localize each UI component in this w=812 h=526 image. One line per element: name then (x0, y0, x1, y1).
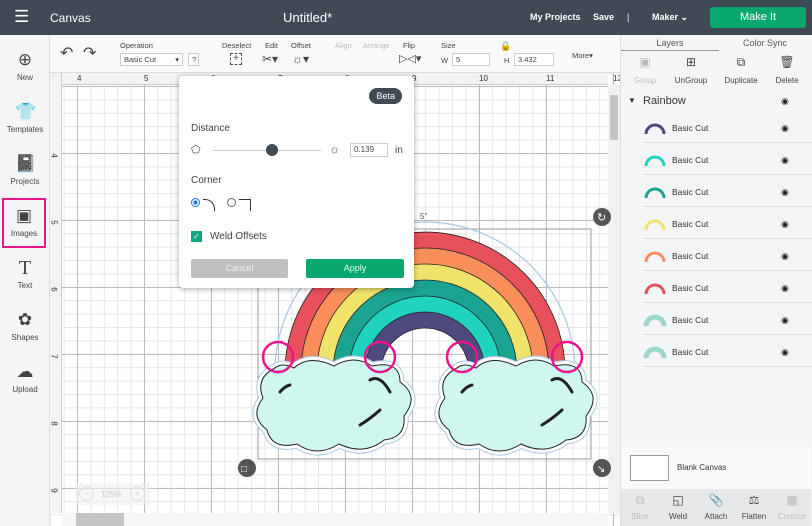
layer-thumbnail (644, 155, 666, 167)
layer-name: Basic Cut (672, 155, 709, 165)
small-offset-icon: ⬠ (191, 144, 201, 156)
action-label: Delete (775, 76, 799, 85)
slider-thumb[interactable] (266, 144, 278, 156)
beta-badge: Beta (369, 88, 402, 104)
action-label: Attach (704, 512, 728, 521)
group-name: Rainbow (643, 95, 686, 107)
attach-button[interactable]: 📎 Attach (697, 493, 735, 521)
trash-icon: 🗑 (779, 55, 795, 69)
caret-down-icon[interactable]: ▼ (628, 96, 636, 105)
zoom-controls: − 125% + (75, 483, 150, 505)
action-label: Group (633, 76, 657, 85)
eye-icon[interactable]: ◉ (781, 347, 789, 358)
layer-thumbnail (644, 283, 666, 295)
delete-button[interactable]: 🗑 Delete (763, 55, 811, 85)
flatten-button[interactable]: ⚖ Flatten (735, 493, 773, 521)
canvas-swatch[interactable] (630, 455, 669, 481)
lock-icon: □ (241, 464, 247, 475)
blank-canvas-row[interactable]: Blank Canvas (621, 447, 811, 489)
eye-icon[interactable]: ◉ (781, 123, 789, 134)
rounded-corner-icon (203, 199, 215, 211)
sharp-corner-icon (239, 199, 251, 211)
unit-label: in (395, 145, 403, 156)
resize-icon: ↘ (597, 464, 605, 475)
eye-icon[interactable]: ◉ (781, 155, 789, 166)
action-label: Duplicate (724, 76, 758, 85)
duplicate-icon: ⧉ (736, 55, 746, 69)
layer-name: Basic Cut (672, 315, 709, 325)
group-icon: ▣ (639, 55, 651, 69)
layer-item[interactable]: Basic Cut ◉ (643, 177, 811, 207)
action-label: Slice (631, 512, 649, 521)
eye-icon[interactable]: ◉ (781, 315, 789, 326)
layer-name: Basic Cut (672, 251, 709, 261)
layer-item[interactable]: Basic Cut ◉ (643, 113, 811, 143)
layer-item[interactable]: Basic Cut ◉ (643, 241, 811, 271)
layer-thumbnail (644, 251, 666, 263)
rounded-corner-radio[interactable] (191, 198, 200, 207)
distance-value: 0.139 (354, 145, 375, 154)
action-label: Flatten (741, 512, 767, 521)
contour-icon: ▦ (786, 493, 798, 507)
cloud[interactable] (256, 359, 412, 452)
slice-icon: ⧉ (635, 493, 645, 507)
layer-thumbnail (643, 314, 667, 327)
layers-panel: Layers Color Sync ▣ Group ⊞ UnGroup ⧉ Dupli… (620, 35, 812, 526)
layer-name: Basic Cut (672, 347, 709, 357)
cancel-button[interactable]: Cancel (191, 259, 288, 278)
layer-item[interactable]: Basic Cut ◉ (643, 145, 811, 175)
contour-button[interactable]: ▦ Contour (773, 493, 811, 521)
action-label: Weld (668, 512, 688, 521)
bottom-actions: ⧉ Slice ◱ Weld 📎 Attach ⚖ Flatten ▦ Contour (621, 489, 811, 526)
weld-offsets-checkbox[interactable]: ✓ (191, 231, 202, 242)
ungroup-icon: ⊞ (685, 55, 697, 69)
blank-canvas-label: Blank Canvas (677, 463, 727, 472)
layer-item[interactable]: Basic Cut ◉ (643, 305, 811, 335)
offset-popup: Beta Distance ⬠ ☼ 0.139 in Corner ✓ Weld… (179, 76, 414, 288)
distance-input[interactable]: 0.139 (350, 143, 388, 157)
corner-label: Corner (191, 175, 222, 186)
layer-thumbnail (643, 346, 667, 359)
layer-name: Basic Cut (672, 283, 709, 293)
layer-name: Basic Cut (672, 219, 709, 229)
rotate-icon: ↻ (597, 212, 606, 224)
zoom-level: 125% (101, 490, 122, 499)
tab-color-sync[interactable]: Color Sync (719, 35, 811, 51)
apply-button[interactable]: Apply (306, 259, 404, 278)
distance-label: Distance (191, 123, 230, 134)
sharp-corner-radio[interactable] (227, 198, 236, 207)
layer-group-rainbow[interactable]: ▼ Rainbow ◉ (621, 92, 806, 112)
cloud[interactable] (438, 359, 594, 452)
large-offset-icon: ☼ (329, 142, 340, 156)
layer-thumbnail (644, 219, 666, 231)
action-label: UnGroup (674, 76, 708, 85)
eye-icon[interactable]: ◉ (781, 187, 789, 198)
eye-icon[interactable]: ◉ (781, 96, 789, 107)
duplicate-button[interactable]: ⧉ Duplicate (717, 55, 765, 85)
layer-item[interactable]: Basic Cut ◉ (643, 337, 811, 367)
eye-icon[interactable]: ◉ (781, 283, 789, 294)
eye-icon[interactable]: ◉ (781, 251, 789, 262)
action-label: Contour (777, 512, 807, 521)
eye-icon[interactable]: ◉ (781, 219, 789, 230)
tab-layers[interactable]: Layers (621, 35, 719, 51)
layer-name: Basic Cut (672, 187, 709, 197)
ungroup-button[interactable]: ⊞ UnGroup (667, 55, 715, 85)
layer-item[interactable]: Basic Cut ◉ (643, 209, 811, 239)
flatten-icon: ⚖ (748, 493, 760, 507)
zoom-out-icon[interactable]: − (79, 486, 94, 501)
weld-button[interactable]: ◱ Weld (659, 493, 697, 521)
weld-icon: ◱ (672, 493, 684, 507)
attach-icon: 📎 (708, 493, 724, 507)
group-button[interactable]: ▣ Group (621, 55, 669, 85)
zoom-in-icon[interactable]: + (130, 486, 145, 501)
layer-thumbnail (644, 123, 666, 135)
layer-thumbnail (644, 187, 666, 199)
layer-name: Basic Cut (672, 123, 709, 133)
slice-button[interactable]: ⧉ Slice (621, 493, 659, 521)
clouds (252, 355, 598, 456)
width-dimension-label: 5" (420, 212, 427, 221)
weld-offsets-label: Weld Offsets (210, 231, 267, 242)
layer-item[interactable]: Basic Cut ◉ (643, 273, 811, 303)
